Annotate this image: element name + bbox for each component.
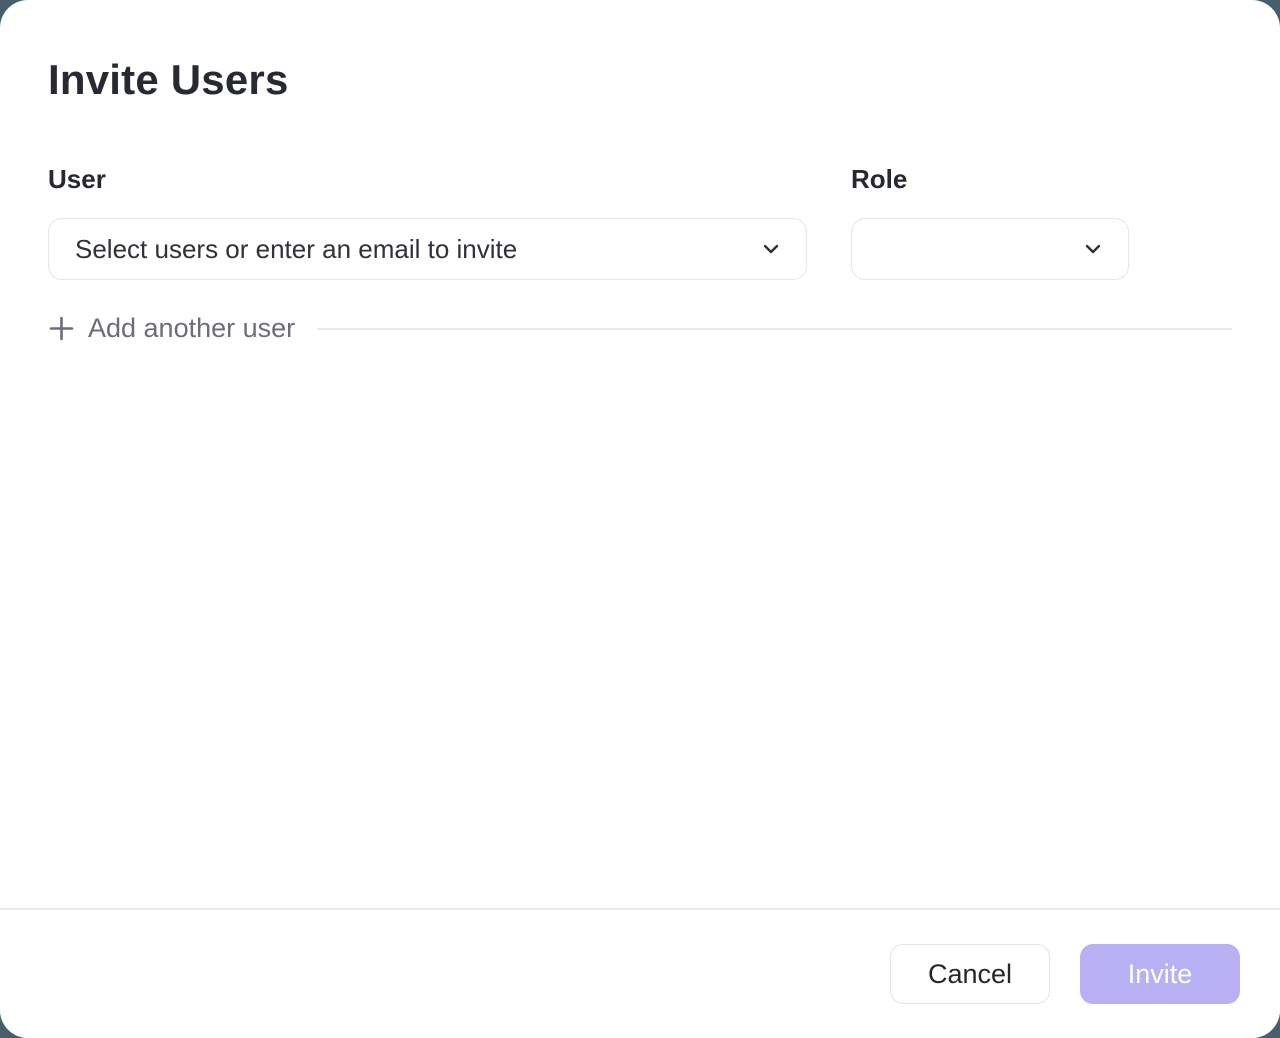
- user-field-label: User: [48, 164, 807, 195]
- user-field: User Select users or enter an email to i…: [48, 164, 807, 280]
- divider: [317, 328, 1232, 330]
- invite-users-dialog: Invite Users User Select users or enter …: [0, 0, 1280, 1038]
- cancel-button[interactable]: Cancel: [890, 944, 1050, 1004]
- user-select-placeholder: Select users or enter an email to invite: [75, 234, 517, 265]
- add-another-user-button[interactable]: Add another user: [48, 313, 295, 344]
- chevron-down-icon: [760, 238, 782, 260]
- dialog-title: Invite Users: [48, 56, 1232, 104]
- invite-button[interactable]: Invite: [1080, 944, 1240, 1004]
- role-field-label: Role: [851, 164, 1129, 195]
- plus-icon: [48, 315, 75, 342]
- dialog-footer: Cancel Invite: [0, 908, 1280, 1038]
- invite-form-row: User Select users or enter an email to i…: [48, 164, 1232, 280]
- user-select[interactable]: Select users or enter an email to invite: [48, 218, 807, 280]
- role-field: Role: [851, 164, 1129, 280]
- add-another-user-label: Add another user: [88, 313, 295, 344]
- chevron-down-icon: [1082, 238, 1104, 260]
- role-select[interactable]: [851, 218, 1129, 280]
- add-user-row: Add another user: [48, 313, 1232, 344]
